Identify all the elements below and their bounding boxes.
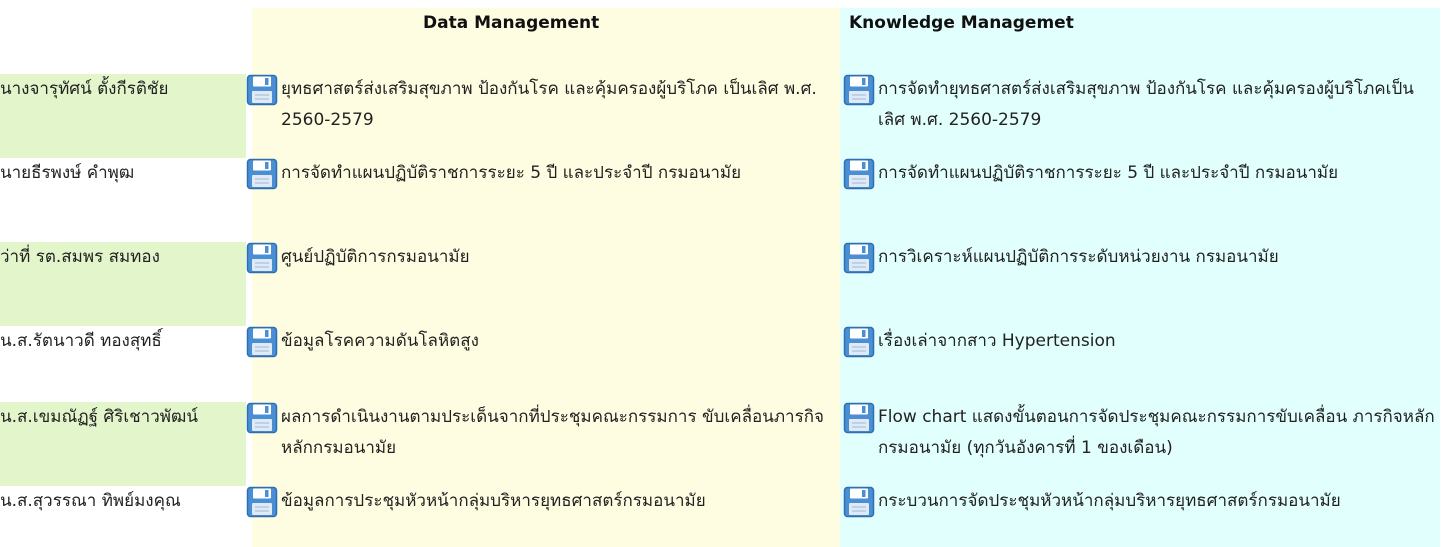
knowledge-management-item-cell: การจัดทำยุทธศาสตร์ส่งเสริมสุขภาพ ป้องกัน… <box>840 74 1440 158</box>
data-management-item: ยุทธศาสตร์ส่งเสริมสุขภาพ ป้องกันโรค และค… <box>246 74 840 136</box>
floppy-disk-icon[interactable] <box>843 158 875 190</box>
table-row: น.ส.เขมณัฏฐ์ ศิริเชาวพัฒน์ ผลการดำเนินงาน… <box>0 402 1440 486</box>
data-management-item: การจัดทำแผนปฏิบัติราชการระยะ 5 ปี และประ… <box>246 158 840 190</box>
floppy-disk-icon-graphic <box>246 402 278 434</box>
table-row: นายธีรพงษ์ คำพุฒ การจัดทำแผนปฏิบัติราชการ… <box>0 158 1440 242</box>
person-name: น.ส.เขมณัฏฐ์ ศิริเชาวพัฒน์ <box>0 402 246 486</box>
data-management-item-cell: ข้อมูลการประชุมหัวหน้ากลุ่มบริหารยุทธศาส… <box>246 486 840 547</box>
floppy-disk-icon[interactable] <box>843 486 875 518</box>
floppy-disk-icon-graphic <box>843 486 875 518</box>
data-management-item: ศูนย์ปฏิบัติการกรมอนามัย <box>246 242 840 274</box>
knowledge-management-item: เรื่องเล่าจากสาว Hypertension <box>840 326 1440 358</box>
floppy-disk-icon-graphic <box>843 402 875 434</box>
floppy-disk-icon-graphic <box>246 74 278 106</box>
data-management-item-cell: ยุทธศาสตร์ส่งเสริมสุขภาพ ป้องกันโรค และค… <box>246 74 840 158</box>
floppy-disk-icon-graphic <box>246 486 278 518</box>
floppy-disk-icon-graphic <box>843 242 875 274</box>
floppy-disk-icon-graphic <box>843 74 875 106</box>
table-row: นางจารุทัศน์ ตั้งกีรติชัย ยุทธศาสตร์ส่งเส… <box>0 74 1440 158</box>
person-name: น.ส.รัตนาวดี ทองสุทธิ์ <box>0 331 162 351</box>
person-name: นางจารุทัศน์ ตั้งกีรติชัย <box>0 74 246 158</box>
assignment-table: Data Management Knowledge Managemet นางจ… <box>0 8 1440 547</box>
floppy-disk-icon[interactable] <box>246 242 278 274</box>
floppy-disk-icon[interactable] <box>246 326 278 358</box>
data-management-item: ข้อมูลการประชุมหัวหน้ากลุ่มบริหารยุทธศาส… <box>246 486 840 518</box>
data-management-item-cell: ผลการดำเนินงานตามประเด็นจากที่ประชุมคณะก… <box>246 402 840 486</box>
knowledge-management-header: Knowledge Managemet <box>849 13 1074 33</box>
data-management-item-link[interactable]: การจัดทำแผนปฏิบัติราชการระยะ 5 ปี และประ… <box>281 158 840 189</box>
table-row: น.ส.รัตนาวดี ทองสุทธิ์ ข้อมูลโรคความดันโล… <box>0 326 1440 402</box>
table-row: น.ส.สุวรรณา ทิพย์มงคุณ ข้อมูลการประชุมหัว… <box>0 486 1440 547</box>
data-management-item: ข้อมูลโรคความดันโลหิตสูง <box>246 326 840 358</box>
name-column-header <box>0 8 246 74</box>
floppy-disk-icon-graphic <box>843 326 875 358</box>
floppy-disk-icon-graphic <box>843 158 875 190</box>
data-management-item-link[interactable]: ข้อมูลโรคความดันโลหิตสูง <box>281 326 840 357</box>
table-row: ว่าที่ รต.สมพร สมทอง ศูนย์ปฏิบัติการกรมอน… <box>0 242 1440 326</box>
floppy-disk-icon[interactable] <box>843 242 875 274</box>
data-management-item-cell: การจัดทำแผนปฏิบัติราชการระยะ 5 ปี และประ… <box>246 158 840 242</box>
floppy-disk-icon[interactable] <box>843 402 875 434</box>
knowledge-management-item: การวิเคราะห์แผนปฏิบัติการระดับหน่วยงาน ก… <box>840 242 1440 274</box>
floppy-disk-icon-graphic <box>246 326 278 358</box>
person-name: นายธีรพงษ์ คำพุฒ <box>0 163 135 183</box>
knowledge-management-item: กระบวนการจัดประชุมหัวหน้ากลุ่มบริหารยุทธ… <box>840 486 1440 518</box>
knowledge-management-item-cell: การจัดทำแผนปฏิบัติราชการระยะ 5 ปี และประ… <box>840 158 1440 242</box>
person-name: น.ส.สุวรรณา ทิพย์มงคุณ <box>0 491 181 511</box>
knowledge-management-item-cell: การวิเคราะห์แผนปฏิบัติการระดับหน่วยงาน ก… <box>840 242 1440 326</box>
data-management-item-link[interactable]: ข้อมูลการประชุมหัวหน้ากลุ่มบริหารยุทธศาส… <box>281 486 840 517</box>
knowledge-management-item-cell: กระบวนการจัดประชุมหัวหน้ากลุ่มบริหารยุทธ… <box>840 486 1440 547</box>
data-management-header: Data Management <box>423 13 600 33</box>
page: Data Management Knowledge Managemet นางจ… <box>0 0 1444 547</box>
knowledge-management-item-link[interactable]: การวิเคราะห์แผนปฏิบัติการระดับหน่วยงาน ก… <box>878 242 1440 273</box>
floppy-disk-icon[interactable] <box>843 74 875 106</box>
floppy-disk-icon[interactable] <box>246 158 278 190</box>
floppy-disk-icon[interactable] <box>246 402 278 434</box>
floppy-disk-icon[interactable] <box>246 486 278 518</box>
knowledge-management-item-link[interactable]: กระบวนการจัดประชุมหัวหน้ากลุ่มบริหารยุทธ… <box>878 486 1440 517</box>
data-management-item: ผลการดำเนินงานตามประเด็นจากที่ประชุมคณะก… <box>246 402 840 464</box>
knowledge-management-item: การจัดทำยุทธศาสตร์ส่งเสริมสุขภาพ ป้องกัน… <box>840 74 1440 136</box>
data-management-item-link[interactable]: ผลการดำเนินงานตามประเด็นจากที่ประชุมคณะก… <box>281 402 840 464</box>
data-management-item-cell: ศูนย์ปฏิบัติการกรมอนามัย <box>246 242 840 326</box>
data-management-item-cell: ข้อมูลโรคความดันโลหิตสูง <box>246 326 840 402</box>
floppy-disk-icon[interactable] <box>246 74 278 106</box>
knowledge-management-item: Flow chart แสดงขั้นตอนการจัดประชุมคณะกรร… <box>840 402 1440 464</box>
knowledge-management-item-link[interactable]: Flow chart แสดงขั้นตอนการจัดประชุมคณะกรร… <box>878 402 1440 464</box>
data-management-item-link[interactable]: ศูนย์ปฏิบัติการกรมอนามัย <box>281 242 840 273</box>
knowledge-management-item-link[interactable]: เรื่องเล่าจากสาว Hypertension <box>878 326 1440 357</box>
knowledge-management-item-link[interactable]: การจัดทำแผนปฏิบัติราชการระยะ 5 ปี และประ… <box>878 158 1440 189</box>
person-name: ว่าที่ รต.สมพร สมทอง <box>0 242 246 326</box>
knowledge-management-item-link[interactable]: การจัดทำยุทธศาสตร์ส่งเสริมสุขภาพ ป้องกัน… <box>878 74 1440 136</box>
floppy-disk-icon-graphic <box>246 158 278 190</box>
floppy-disk-icon[interactable] <box>843 326 875 358</box>
knowledge-management-item-cell: เรื่องเล่าจากสาว Hypertension <box>840 326 1440 402</box>
knowledge-management-item-cell: Flow chart แสดงขั้นตอนการจัดประชุมคณะกรร… <box>840 402 1440 486</box>
data-management-item-link[interactable]: ยุทธศาสตร์ส่งเสริมสุขภาพ ป้องกันโรค และค… <box>281 74 840 136</box>
knowledge-management-item: การจัดทำแผนปฏิบัติราชการระยะ 5 ปี และประ… <box>840 158 1440 190</box>
floppy-disk-icon-graphic <box>246 242 278 274</box>
